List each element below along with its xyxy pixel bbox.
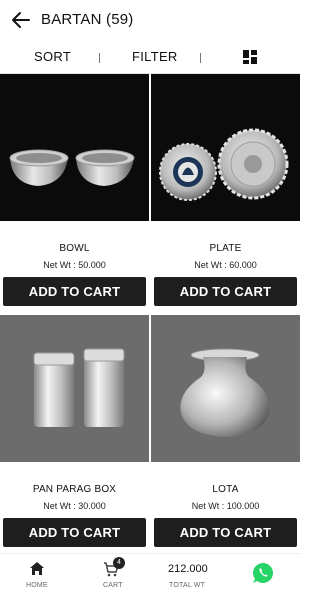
home-icon [30,562,44,575]
product-net-weight: Net Wt : 100.000 [191,501,260,511]
product-image-bowl[interactable] [0,74,149,221]
total-weight-label: TOTAL WT [169,582,206,589]
nav-home-label: HOME [26,582,48,589]
toolbar-divider [200,53,201,63]
bottom-navigation: HOME 4 CART 212.000 TOTAL WT [0,553,300,592]
product-image-pan-parag-box[interactable] [0,315,149,462]
nav-cart[interactable]: 4 CART [97,554,131,592]
product-name: LOTA [212,484,239,495]
filter-button[interactable]: FILTER [132,49,178,64]
product-name: PLATE [209,243,242,254]
product-net-weight: Net Wt : 30.000 [43,501,106,511]
product-name: PAN PARAG BOX [32,484,117,495]
sort-filter-toolbar: SORT FILTER [0,42,300,74]
cart-count-badge: 4 [113,557,125,569]
add-to-cart-button[interactable]: ADD TO CART [154,518,297,547]
product-image-lota[interactable] [151,315,300,462]
total-weight: 212.000 TOTAL WT [165,554,215,592]
page-title: BARTAN (59) [41,11,134,28]
product-card[interactable]: PLATE Net Wt : 60.000 ADD TO CART [151,74,300,315]
add-to-cart-button[interactable]: ADD TO CART [3,277,146,306]
product-name: BOWL [59,243,90,254]
product-card[interactable]: PAN PARAG BOX Net Wt : 30.000 ADD TO CAR… [0,315,149,556]
product-card[interactable]: BOWL Net Wt : 50.000 ADD TO CART [0,74,149,315]
whatsapp-button[interactable] [251,554,275,592]
product-net-weight: Net Wt : 50.000 [43,260,106,270]
arrow-left-icon[interactable] [10,9,32,31]
product-card[interactable]: LOTA Net Wt : 100.000 ADD TO CART [151,315,300,556]
add-to-cart-button[interactable]: ADD TO CART [3,518,146,547]
toolbar-divider [99,53,100,63]
sort-button[interactable]: SORT [34,49,71,64]
add-to-cart-button[interactable]: ADD TO CART [154,277,297,306]
app-header: BARTAN (59) [0,0,300,42]
total-weight-value: 212.000 [168,563,208,575]
nav-cart-label: CART [103,582,123,589]
whatsapp-icon [253,563,273,583]
nav-home[interactable]: HOME [22,554,52,592]
product-image-plate[interactable] [151,74,300,221]
grid-view-icon[interactable] [243,50,257,64]
product-net-weight: Net Wt : 60.000 [194,260,257,270]
